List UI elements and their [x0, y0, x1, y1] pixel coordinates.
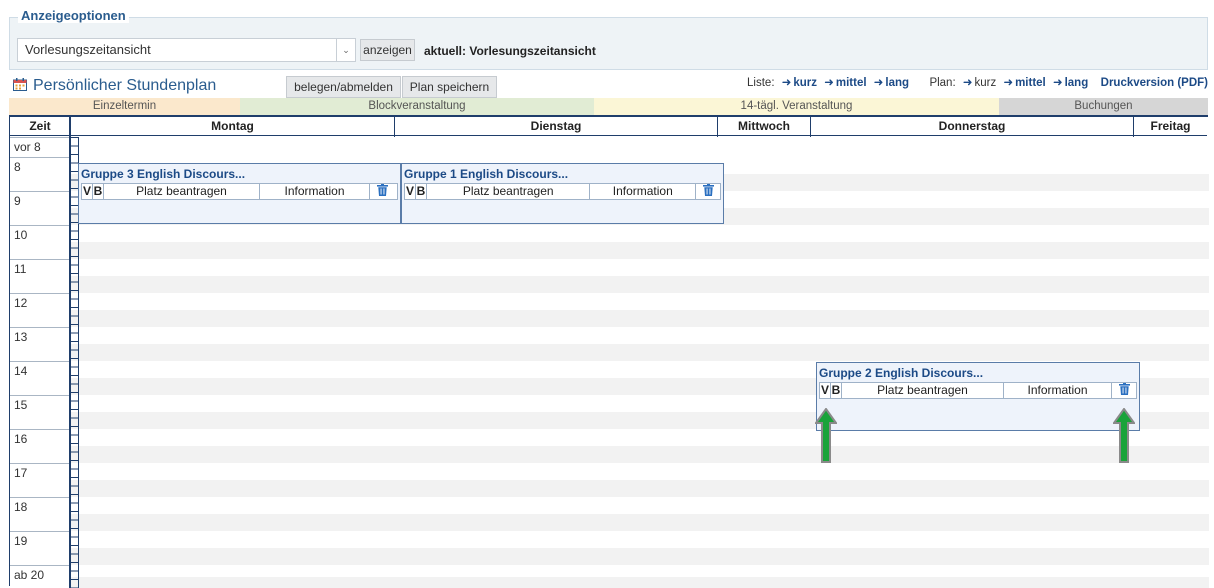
liste-kurz-link[interactable]: kurz	[793, 77, 817, 89]
arrow-right-icon: ➜	[1053, 77, 1063, 89]
legend-einzeltermin: Einzeltermin	[9, 98, 240, 115]
arrow-right-icon: ➜	[782, 77, 792, 89]
time-label: ab 20	[10, 565, 69, 588]
v-marker[interactable]: V	[405, 184, 416, 199]
time-label: 10	[10, 225, 69, 259]
trash-button[interactable]	[1112, 383, 1136, 398]
arrow-right-icon: ➜	[874, 77, 884, 89]
trash-button[interactable]	[370, 184, 394, 199]
header-mittwoch: Mittwoch	[718, 117, 810, 136]
time-label: 17	[10, 463, 69, 497]
print-version-link[interactable]: Druckversion (PDF)	[1101, 77, 1208, 89]
time-label: 13	[10, 327, 69, 361]
liste-lang-link[interactable]: lang	[885, 77, 909, 89]
header-freitag: Freitag	[1134, 117, 1207, 136]
liste-mittel-link[interactable]: mittel	[836, 77, 867, 89]
platz-beantragen-button[interactable]: Platz beantragen	[427, 184, 590, 199]
arrow-right-icon: ➜	[1003, 77, 1013, 89]
row-stripe	[71, 548, 1209, 565]
event-actions-row: V B Platz beantragen Information	[404, 183, 721, 200]
time-label: 8	[10, 157, 69, 191]
information-button[interactable]: Information	[590, 184, 696, 199]
arrow-right-icon: ➜	[963, 77, 973, 89]
information-button[interactable]: Information	[260, 184, 370, 199]
liste-label: Liste:	[747, 77, 775, 89]
v-marker[interactable]: V	[82, 184, 93, 199]
row-stripe	[71, 310, 1209, 327]
platz-beantragen-button[interactable]: Platz beantragen	[842, 383, 1004, 398]
time-label: 18	[10, 497, 69, 531]
view-select-value: Vorlesungszeitansicht	[25, 42, 151, 57]
event-title[interactable]: Gruppe 3 English Discours...	[81, 167, 245, 181]
display-options-legend: Anzeigeoptionen	[18, 8, 129, 23]
b-marker[interactable]: B	[93, 184, 104, 199]
v-marker[interactable]: V	[820, 383, 831, 398]
trash-button[interactable]	[696, 184, 720, 199]
trash-icon	[1119, 383, 1130, 395]
show-button[interactable]: anzeigen	[360, 39, 415, 61]
row-stripe	[71, 242, 1209, 259]
time-label: vor 8	[10, 137, 69, 157]
row-stripe	[71, 276, 1209, 293]
plan-kurz-link[interactable]: kurz	[975, 77, 997, 89]
trash-icon	[377, 184, 388, 196]
event-title[interactable]: Gruppe 2 English Discours...	[819, 366, 983, 380]
belegen-abmelden-button[interactable]: belegen/abmelden	[286, 76, 401, 98]
row-stripe	[71, 577, 1209, 588]
page-title-text: Persönlicher Stundenplan	[33, 77, 216, 94]
page-title: Persönlicher Stundenplan	[13, 77, 216, 95]
event-actions-row: V B Platz beantragen Information	[81, 183, 398, 200]
save-plan-button[interactable]: Plan speichern	[402, 76, 497, 98]
b-marker[interactable]: B	[416, 184, 427, 199]
row-stripe	[71, 446, 1209, 463]
event-gruppe-1[interactable]: Gruppe 1 English Discours... V B Platz b…	[401, 163, 724, 224]
row-stripe	[71, 480, 1209, 497]
plan-mittel-link[interactable]: mittel	[1015, 77, 1046, 89]
legend-blockveranstaltung: Blockveranstaltung	[240, 98, 594, 115]
time-label: 9	[10, 191, 69, 225]
color-legend-bar: Einzeltermin Blockveranstaltung 14-tägl.…	[9, 98, 1208, 115]
plan-label: Plan:	[929, 77, 955, 89]
calendar-icon	[13, 78, 27, 91]
time-label: 19	[10, 531, 69, 565]
b-marker[interactable]: B	[831, 383, 842, 398]
time-label: 15	[10, 395, 69, 429]
chevron-down-icon[interactable]: ⌄	[336, 39, 355, 61]
event-title[interactable]: Gruppe 1 English Discours...	[404, 167, 568, 181]
header-dienstag: Dienstag	[395, 117, 717, 136]
current-view-label: aktuell: Vorlesungszeitansicht	[424, 44, 596, 58]
trash-icon	[703, 184, 714, 196]
platz-beantragen-button[interactable]: Platz beantragen	[104, 184, 260, 199]
arrow-up-icon[interactable]	[815, 408, 837, 464]
event-gruppe-3[interactable]: Gruppe 3 English Discours... V B Platz b…	[78, 163, 401, 224]
header-zeit: Zeit	[10, 117, 70, 136]
time-label: 11	[10, 259, 69, 293]
arrow-right-icon: ➜	[824, 77, 834, 89]
event-gruppe-2[interactable]: Gruppe 2 English Discours... V B Platz b…	[816, 362, 1140, 431]
arrow-up-icon[interactable]	[1113, 408, 1135, 464]
time-label: 14	[10, 361, 69, 395]
header-donnerstag: Donnerstag	[811, 117, 1133, 136]
time-label: 16	[10, 429, 69, 463]
plan-lang-link[interactable]: lang	[1065, 77, 1089, 89]
information-button[interactable]: Information	[1004, 383, 1112, 398]
event-actions-row: V B Platz beantragen Information	[819, 382, 1137, 399]
row-stripe	[71, 344, 1209, 361]
header-montag: Montag	[71, 117, 394, 136]
row-stripe	[71, 514, 1209, 531]
legend-buchungen: Buchungen	[999, 98, 1208, 115]
view-select[interactable]: Vorlesungszeitansicht ⌄	[17, 38, 356, 62]
time-label: 12	[10, 293, 69, 327]
legend-biweekly: 14-tägl. Veranstaltung	[594, 98, 999, 115]
view-links: Liste: ➜kurz ➜mittel ➜lang Plan: ➜kurz ➜…	[747, 75, 1208, 89]
